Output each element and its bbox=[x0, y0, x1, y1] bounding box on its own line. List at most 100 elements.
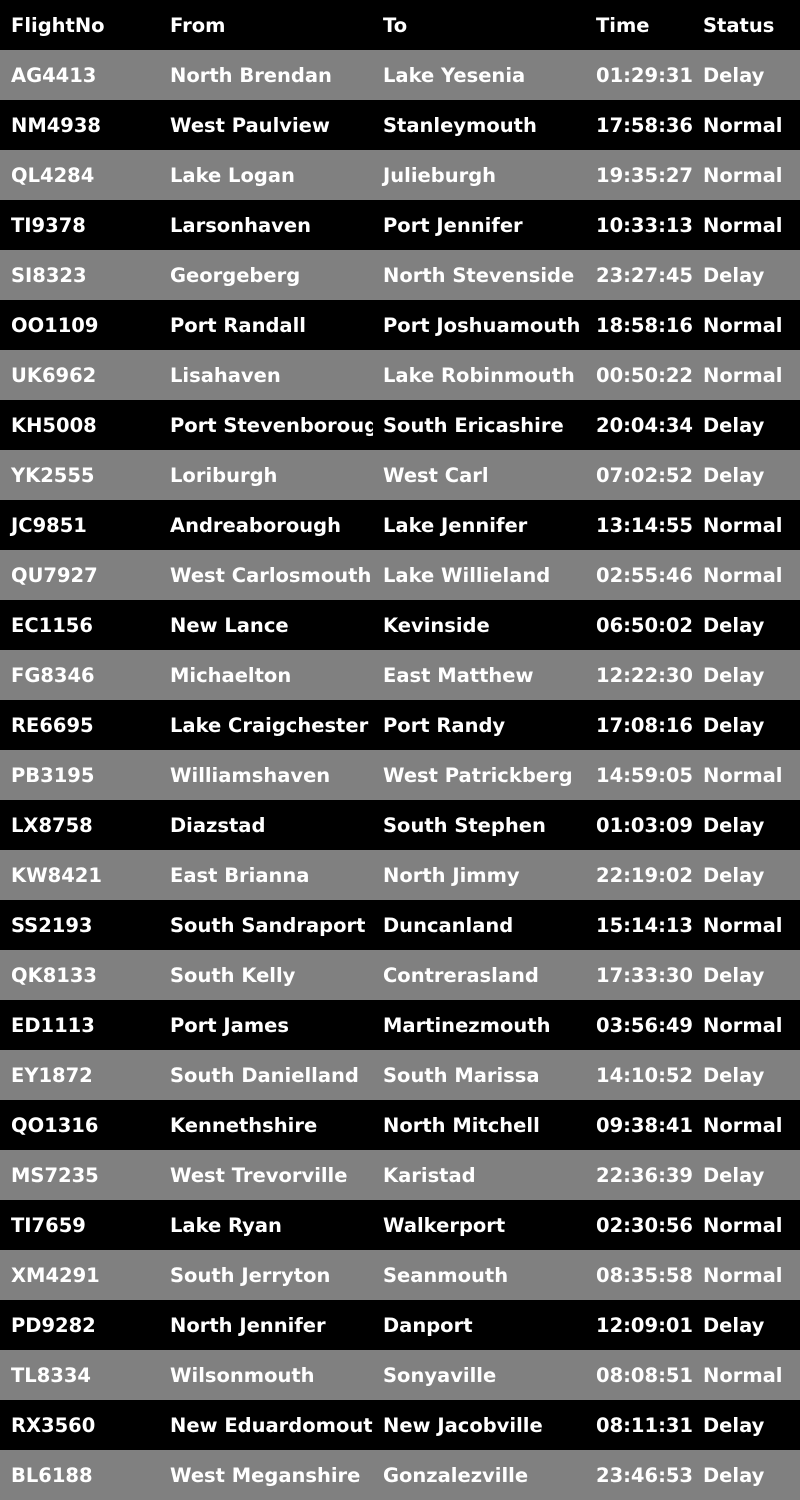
departure-time: 08:08:51 bbox=[596, 1363, 693, 1387]
destination-city: Sonyaville bbox=[383, 1363, 497, 1387]
table-row: FG8346 Michaelton East Matthew 12:22:30 Dela… bbox=[0, 650, 800, 700]
origin-city: South Sandraport bbox=[170, 913, 366, 937]
departure-time: 18:58:16 bbox=[596, 313, 693, 337]
flight-status: Delay bbox=[703, 263, 765, 287]
flight-number: QL4284 bbox=[11, 163, 95, 187]
table-row: QU7927 West Carlosmouth Lake Willieland 02:… bbox=[0, 550, 800, 600]
table-row: QO1316 Kennethshire North Mitchell 09:38:41… bbox=[0, 1100, 800, 1150]
flight-status: Normal bbox=[703, 913, 783, 937]
table-row: KH5008 Port Stevenborough South Ericashire… bbox=[0, 400, 800, 450]
flight-status: Delay bbox=[703, 1063, 765, 1087]
origin-city: West Carlosmouth bbox=[170, 563, 372, 587]
departure-time: 22:36:39 bbox=[596, 1163, 693, 1187]
flight-number: PD9282 bbox=[11, 1313, 96, 1337]
flight-board: FlightNo From To Time Status AG4413 North… bbox=[0, 0, 800, 1500]
departure-time: 08:35:58 bbox=[596, 1263, 693, 1287]
flight-status: Delay bbox=[703, 1413, 765, 1437]
origin-city: North Jennifer bbox=[170, 1313, 326, 1337]
destination-city: New Jacobville bbox=[383, 1413, 543, 1437]
destination-city: Karistad bbox=[383, 1163, 476, 1187]
origin-city: Lake Ryan bbox=[170, 1213, 282, 1237]
table-row: MS7235 West Trevorville Karistad 22:36:39 De… bbox=[0, 1150, 800, 1200]
departure-time: 23:46:53 bbox=[596, 1463, 693, 1487]
departure-time: 10:33:13 bbox=[596, 213, 693, 237]
flight-number: FG8346 bbox=[11, 663, 95, 687]
flight-number: BL6188 bbox=[11, 1463, 93, 1487]
origin-city: Lake Logan bbox=[170, 163, 295, 187]
flight-number: KW8421 bbox=[11, 863, 102, 887]
departure-time: 02:55:46 bbox=[596, 563, 693, 587]
origin-city: Michaelton bbox=[170, 663, 292, 687]
table-row: OO1109 Port Randall Port Joshuamouth 18:58:… bbox=[0, 300, 800, 350]
table-row: XM4291 South Jerryton Seanmouth 08:35:58 Nor… bbox=[0, 1250, 800, 1300]
table-row: KW8421 East Brianna North Jimmy 22:19:02 Del… bbox=[0, 850, 800, 900]
departure-time: 15:14:13 bbox=[596, 913, 693, 937]
destination-city: Seanmouth bbox=[383, 1263, 509, 1287]
destination-city: Lake Yesenia bbox=[383, 63, 526, 87]
flight-number: QK8133 bbox=[11, 963, 97, 987]
departure-time: 06:50:02 bbox=[596, 613, 693, 637]
destination-city: Danport bbox=[383, 1313, 473, 1337]
origin-city: Williamshaven bbox=[170, 763, 331, 787]
departure-time: 03:56:49 bbox=[596, 1013, 693, 1037]
table-header: FlightNo From To Time Status bbox=[0, 0, 800, 50]
flight-status: Delay bbox=[703, 663, 765, 687]
origin-city: West Trevorville bbox=[170, 1163, 348, 1187]
flight-number: AG4413 bbox=[11, 63, 97, 87]
flight-status: Normal bbox=[703, 1013, 783, 1037]
departure-time: 14:59:05 bbox=[596, 763, 693, 787]
departure-time: 07:02:52 bbox=[596, 463, 693, 487]
flight-status: Delay bbox=[703, 63, 765, 87]
destination-city: Lake Robinmouth bbox=[383, 363, 575, 387]
table-row: TI7659 Lake Ryan Walkerport 02:30:56 Normal bbox=[0, 1200, 800, 1250]
flight-status: Delay bbox=[703, 813, 765, 837]
flight-number: RE6695 bbox=[11, 713, 94, 737]
table-row: EY1872 South Danielland South Marissa 14:10… bbox=[0, 1050, 800, 1100]
origin-city: Port James bbox=[170, 1013, 289, 1037]
table-row: AG4413 North Brendan Lake Yesenia 01:29:31 D… bbox=[0, 50, 800, 100]
flight-number: NM4938 bbox=[11, 113, 101, 137]
destination-city: Stanleymouth bbox=[383, 113, 537, 137]
destination-city: West Patrickberg bbox=[383, 763, 573, 787]
destination-city: Duncanland bbox=[383, 913, 514, 937]
departure-time: 00:50:22 bbox=[596, 363, 693, 387]
destination-city: Julieburgh bbox=[383, 163, 497, 187]
departure-time: 02:30:56 bbox=[596, 1213, 693, 1237]
destination-city: South Marissa bbox=[383, 1063, 540, 1087]
origin-city: Port Stevenborough bbox=[170, 413, 373, 437]
table-row: SS2193 South Sandraport Duncanland 15:14:13… bbox=[0, 900, 800, 950]
departure-time: 09:38:41 bbox=[596, 1113, 693, 1137]
origin-city: Georgeberg bbox=[170, 263, 301, 287]
flight-number: LX8758 bbox=[11, 813, 93, 837]
destination-city: Lake Jennifer bbox=[383, 513, 528, 537]
flight-number: OO1109 bbox=[11, 313, 99, 337]
flight-number: UK6962 bbox=[11, 363, 97, 387]
origin-city: Lisahaven bbox=[170, 363, 281, 387]
departure-time: 17:58:36 bbox=[596, 113, 693, 137]
destination-city: Port Joshuamouth bbox=[383, 313, 581, 337]
destination-city: North Mitchell bbox=[383, 1113, 540, 1137]
origin-city: South Jerryton bbox=[170, 1263, 331, 1287]
table-row: BL6188 West Meganshire Gonzalezville 23:46:… bbox=[0, 1450, 800, 1500]
table-row: QL4284 Lake Logan Julieburgh 19:35:27 Normal bbox=[0, 150, 800, 200]
header-time: Time bbox=[596, 13, 650, 37]
flight-number: YK2555 bbox=[11, 463, 95, 487]
table-row: PB3195 Williamshaven West Patrickberg 14:59… bbox=[0, 750, 800, 800]
flight-status: Delay bbox=[703, 613, 765, 637]
flight-status: Normal bbox=[703, 163, 783, 187]
header-to: To bbox=[383, 13, 408, 37]
departure-time: 12:22:30 bbox=[596, 663, 693, 687]
table-row: QK8133 South Kelly Contrerasland 17:33:30 De… bbox=[0, 950, 800, 1000]
origin-city: Kennethshire bbox=[170, 1113, 318, 1137]
flight-number: TI7659 bbox=[11, 1213, 86, 1237]
departure-time: 20:04:34 bbox=[596, 413, 693, 437]
destination-city: Port Jennifer bbox=[383, 213, 523, 237]
table-row: JC9851 Andreaborough Lake Jennifer 13:14:55… bbox=[0, 500, 800, 550]
origin-city: Wilsonmouth bbox=[170, 1363, 315, 1387]
flight-status: Delay bbox=[703, 463, 765, 487]
departure-time: 01:03:09 bbox=[596, 813, 693, 837]
flight-status: Delay bbox=[703, 1163, 765, 1187]
origin-city: South Danielland bbox=[170, 1063, 359, 1087]
header-flightno: FlightNo bbox=[11, 13, 105, 37]
origin-city: Port Randall bbox=[170, 313, 306, 337]
